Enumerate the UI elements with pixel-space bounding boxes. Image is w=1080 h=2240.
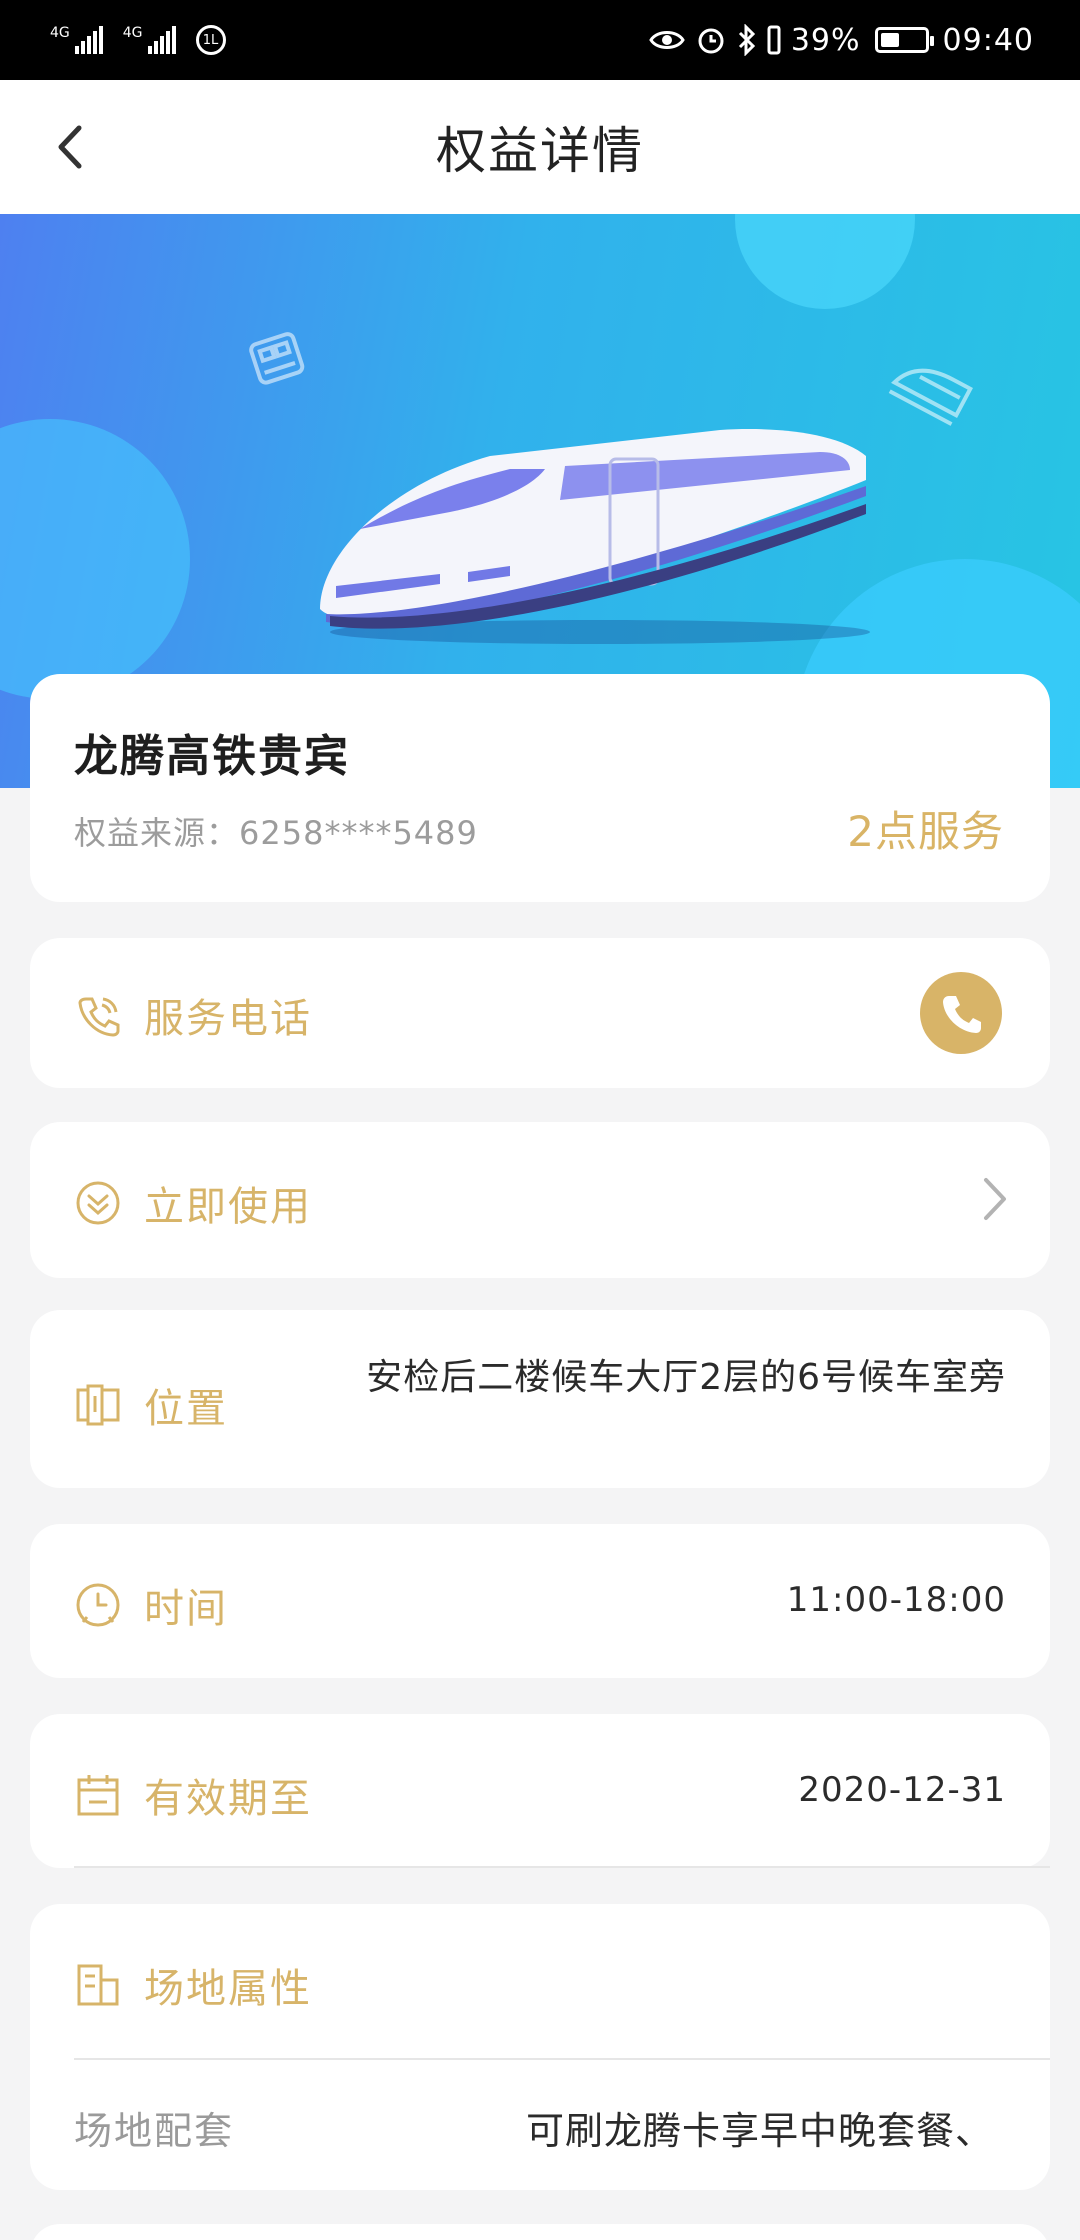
status-right: 39% 09:40 [649,23,1034,58]
use-now-row[interactable]: 立即使用 [30,1122,1050,1278]
vibrate-icon [767,25,781,55]
bluetooth-icon [738,24,755,56]
venue-label-group: 场地属性 [74,1956,312,2014]
divider [74,2058,1050,2060]
location-label: 位置 [144,1386,228,1432]
validity-row: 有效期至 2020-12-31 [30,1714,1050,1868]
benefit-source: 权益来源：6258****5489 [74,814,478,852]
venue-card: 场地属性 场地配套 可刷龙腾卡享早中晚套餐、 [30,1904,1050,2190]
use-now-label: 立即使用 [144,1184,312,1230]
eye-comfort-icon [649,31,685,49]
call-button[interactable] [920,972,1002,1054]
clock: 09:40 [942,22,1034,58]
chevron-right-icon [984,1178,1006,1220]
facilities-label: 场地配套 [74,2109,235,2153]
location-row: 位置 安检后二楼候车大厅2层的6号候车室旁 [30,1310,1050,1488]
next-card [30,2224,1050,2240]
back-button[interactable] [38,113,102,181]
ticket-deco-icon [249,332,305,385]
hours-value: 11:00-18:00 [786,1580,1006,1620]
hours-label: 时间 [144,1586,228,1632]
phone-icon [943,996,981,1033]
battery-percent: 39% [790,22,861,58]
benefit-summary-card: 龙腾高铁贵宾 权益来源：6258****5489 2点服务 [30,674,1050,902]
banner-bubble [735,214,915,309]
status-left: 4G 4G 1L [50,25,226,55]
page: 4G 4G 1L 39% 09:40 权益详情 龙腾高铁贵宾 权益来源：6258… [0,0,1080,2240]
page-title: 权益详情 [436,122,644,180]
venue-label: 场地属性 [144,1966,312,2012]
network-type-2: 4G [122,25,143,41]
battery-icon [874,27,934,53]
validity-label-group: 有效期至 [74,1766,312,1824]
train-deco-icon [888,368,973,426]
service-phone-label: 服务电话 [144,996,312,1042]
phone-outline-icon [74,991,122,1039]
validity-label: 有效期至 [144,1776,312,1822]
hours-row: 时间 11:00-18:00 [30,1524,1050,1678]
hd-voice-icon: 1L [195,25,226,55]
calendar-icon [74,1771,122,1819]
signal-icon: 4G [50,26,103,54]
banner-bubble [0,419,190,699]
bullet-train-illustration [320,429,870,644]
alarm-icon [698,28,724,54]
clock-icon [74,1581,122,1629]
double-chevron-down-icon [74,1179,122,1227]
nav-header: 权益详情 [0,80,1080,214]
building-door-icon [74,1381,122,1429]
points-cost: 2点服务 [847,807,1004,856]
signal-icon-2: 4G [123,26,176,54]
service-phone-row[interactable]: 服务电话 [30,938,1050,1088]
building-icon [74,1961,122,2009]
status-bar: 4G 4G 1L 39% 09:40 [0,0,1080,80]
chevron-left-icon [58,125,82,169]
benefit-name: 龙腾高铁贵宾 [74,731,350,782]
location-label-group: 位置 [74,1376,228,1434]
hours-label-group: 时间 [74,1576,228,1634]
facilities-value: 可刷龙腾卡享早中晚套餐、 [525,2109,994,2153]
network-type: 4G [50,25,70,41]
use-now-label-group: 立即使用 [74,1174,312,1232]
service-phone-label-group: 服务电话 [74,986,312,1044]
divider [74,1866,1050,1868]
location-value: 安检后二楼候车大厅2层的6号候车室旁 [366,1357,1006,1398]
validity-value: 2020-12-31 [798,1770,1006,1810]
